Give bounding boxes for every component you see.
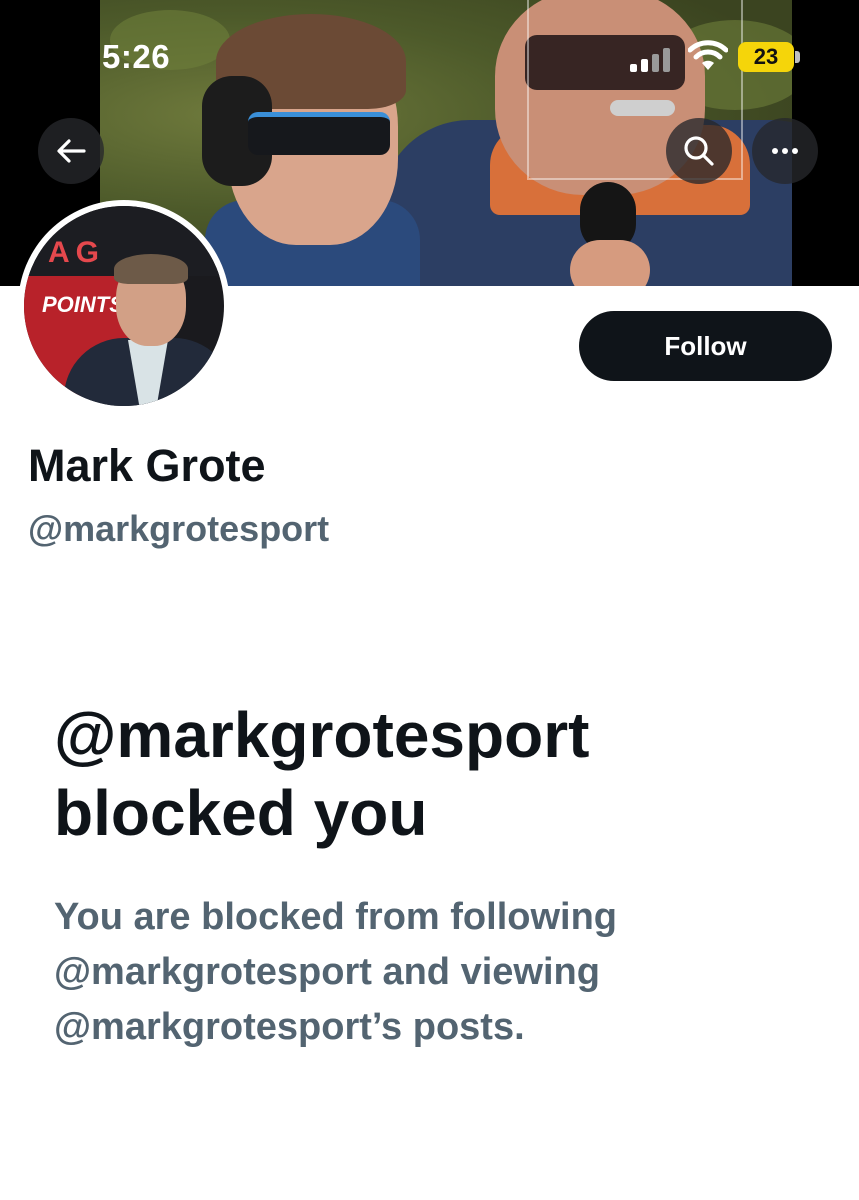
search-button[interactable]: [666, 118, 732, 184]
arrow-left-icon: [57, 139, 86, 163]
blocked-desc-line-2: @markgrotesport and viewing: [54, 951, 600, 993]
more-horizontal-icon: [772, 148, 798, 154]
blocked-title-line-2: blocked you: [54, 777, 428, 849]
more-options-button[interactable]: [752, 118, 818, 184]
banner-hand: [570, 240, 650, 286]
blocked-notice-title: @markgrotesport blocked you: [54, 696, 814, 852]
battery-nub: [795, 51, 800, 63]
status-time: 5:26: [102, 38, 171, 75]
search-icon: [684, 136, 714, 166]
cellular-signal-icon: [630, 48, 670, 72]
back-button[interactable]: [38, 118, 104, 184]
blocked-desc-line-1: You are blocked from following: [54, 896, 618, 938]
avatar-sign-letters: AG: [48, 236, 105, 269]
follow-button[interactable]: Follow: [579, 311, 832, 381]
blocked-notice-description: You are blocked from following @markgrot…: [54, 890, 814, 1055]
blocked-desc-line-3: @markgrotesport’s posts.: [54, 1006, 525, 1048]
blocked-title-line-1: @markgrotesport: [54, 699, 590, 771]
display-name: Mark Grote: [28, 440, 266, 491]
banner-glasses: [248, 112, 390, 155]
avatar-hair: [114, 254, 188, 284]
battery-level: 23: [753, 44, 779, 69]
avatar-sign-points: POINTS: [42, 292, 124, 317]
wifi-icon: [688, 40, 728, 70]
user-handle: @markgrotesport: [28, 508, 330, 549]
battery-icon: 23: [738, 42, 794, 72]
avatar[interactable]: AG POINTS: [24, 206, 224, 406]
